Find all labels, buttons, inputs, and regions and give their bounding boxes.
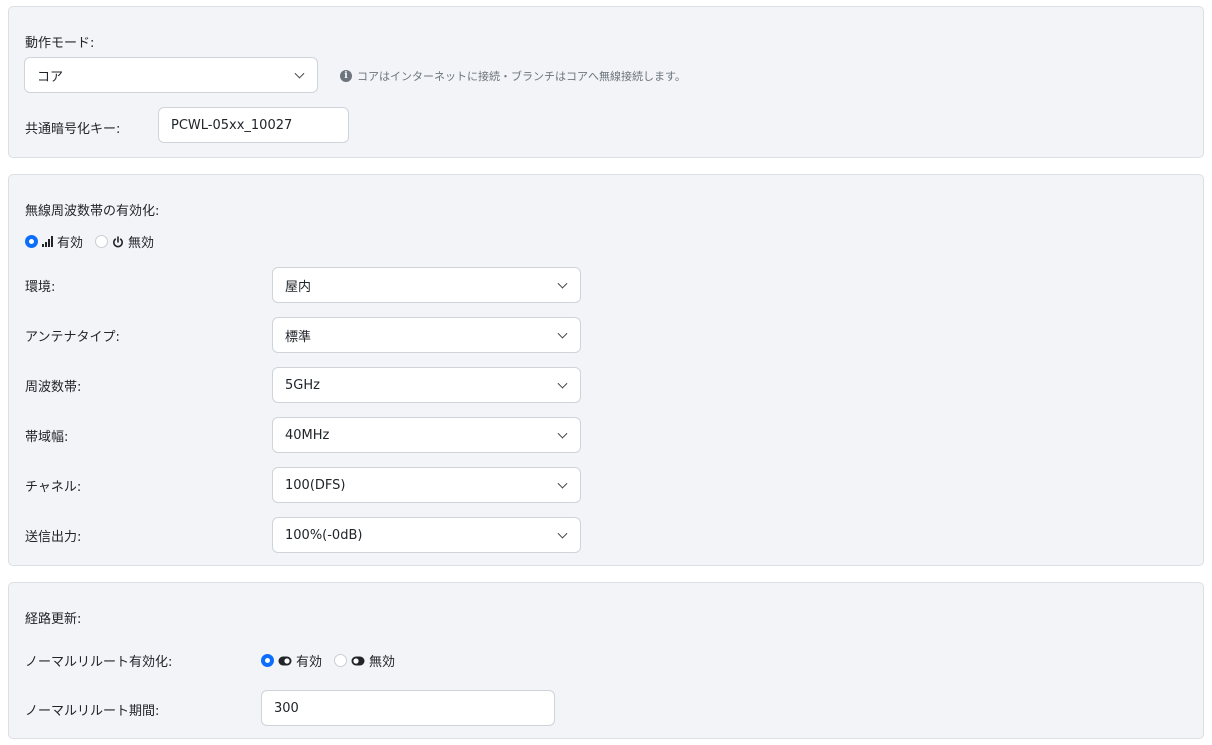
field-label-antenna: アンテナタイプ: [25, 330, 120, 345]
mode-label: 動作モード: [25, 36, 95, 51]
reroute-period-value: 300 [274, 700, 299, 716]
route-panel: 経路更新: ノーマルリルート有効化: 有効 無効 ノーマルリルート期間: 300 [8, 582, 1204, 739]
key-label: 共通暗号化キー: [25, 122, 121, 137]
band-enable-option-disabled[interactable]: 無効 [95, 232, 154, 251]
mode-select-value: コア [37, 69, 64, 85]
info-circle-icon: i [340, 70, 352, 82]
tx-power-value: 100%(-0dB) [285, 527, 363, 543]
field-label-bandwidth: 帯域幅: [25, 430, 69, 445]
chevron-down-icon [557, 428, 568, 439]
band-disabled-radio[interactable] [95, 235, 109, 248]
chevron-down-icon [294, 68, 305, 79]
antenna-type-select[interactable]: 標準 [272, 317, 581, 353]
encryption-key-value: PCWL-05xx_10027 [171, 117, 293, 133]
band-enable-option-enabled[interactable]: 有効 [25, 232, 83, 251]
band-enable-radio-group: 有効 無効 [25, 232, 162, 251]
field-label-band: 周波数帯: [25, 380, 82, 395]
tx-power-select[interactable]: 100%(-0dB) [272, 517, 581, 553]
mode-hint: i コアはインターネットに接続・ブランチはコアへ無線接続します。 [340, 68, 686, 84]
encryption-key-input[interactable]: PCWL-05xx_10027 [158, 107, 349, 143]
mode-select[interactable]: コア [24, 57, 318, 93]
reroute-option-enabled[interactable]: 有効 [261, 651, 322, 670]
chevron-down-icon [557, 378, 568, 389]
route-section-title: 経路更新: [25, 612, 82, 627]
bandwidth-value: 40MHz [285, 427, 330, 443]
band-enabled-label: 有効 [57, 236, 84, 251]
reroute-label: ノーマルリルート有効化: [25, 655, 173, 670]
antenna-type-value: 標準 [285, 329, 312, 345]
field-label-tx-power: 送信出力: [25, 530, 82, 545]
field-label-environment: 環境: [25, 280, 56, 295]
bandwidth-select[interactable]: 40MHz [272, 417, 581, 453]
signal-bars-icon [42, 236, 53, 247]
frequency-band-select[interactable]: 5GHz [272, 367, 581, 403]
toggle-off-icon [351, 656, 365, 666]
chevron-down-icon [557, 528, 568, 539]
reroute-disabled-radio[interactable] [334, 654, 348, 667]
reroute-enabled-label: 有効 [296, 655, 323, 670]
mode-hint-text: コアはインターネットに接続・ブランチはコアへ無線接続します。 [357, 70, 686, 83]
reroute-radio-group: 有効 無効 [261, 651, 403, 670]
channel-value: 100(DFS) [285, 477, 346, 493]
reroute-enabled-radio[interactable] [261, 654, 274, 667]
band-enabled-radio[interactable] [25, 235, 38, 248]
field-label-channel: チャネル: [25, 480, 82, 495]
chevron-down-icon [557, 278, 568, 289]
mode-panel: 動作モード: コア i コアはインターネットに接続・ブランチはコアへ無線接続しま… [8, 6, 1204, 158]
reroute-period-input[interactable]: 300 [261, 690, 555, 726]
power-icon [112, 235, 124, 248]
period-label: ノーマルリルート期間: [25, 704, 160, 719]
chevron-down-icon [557, 328, 568, 339]
toggle-on-icon [278, 656, 292, 666]
radio-panel: 無線周波数帯の有効化: 有効 無効 環境: 屋内 アンテナタイプ: 標準 周波数… [8, 174, 1204, 566]
reroute-option-disabled[interactable]: 無効 [334, 651, 395, 670]
channel-select[interactable]: 100(DFS) [272, 467, 581, 503]
environment-select[interactable]: 屋内 [272, 267, 581, 303]
band-disabled-label: 無効 [128, 236, 155, 251]
frequency-band-value: 5GHz [285, 377, 320, 393]
chevron-down-icon [557, 478, 568, 489]
reroute-disabled-label: 無効 [369, 655, 396, 670]
environment-value: 屋内 [285, 279, 312, 295]
band-enable-label: 無線周波数帯の有効化: [25, 204, 160, 219]
